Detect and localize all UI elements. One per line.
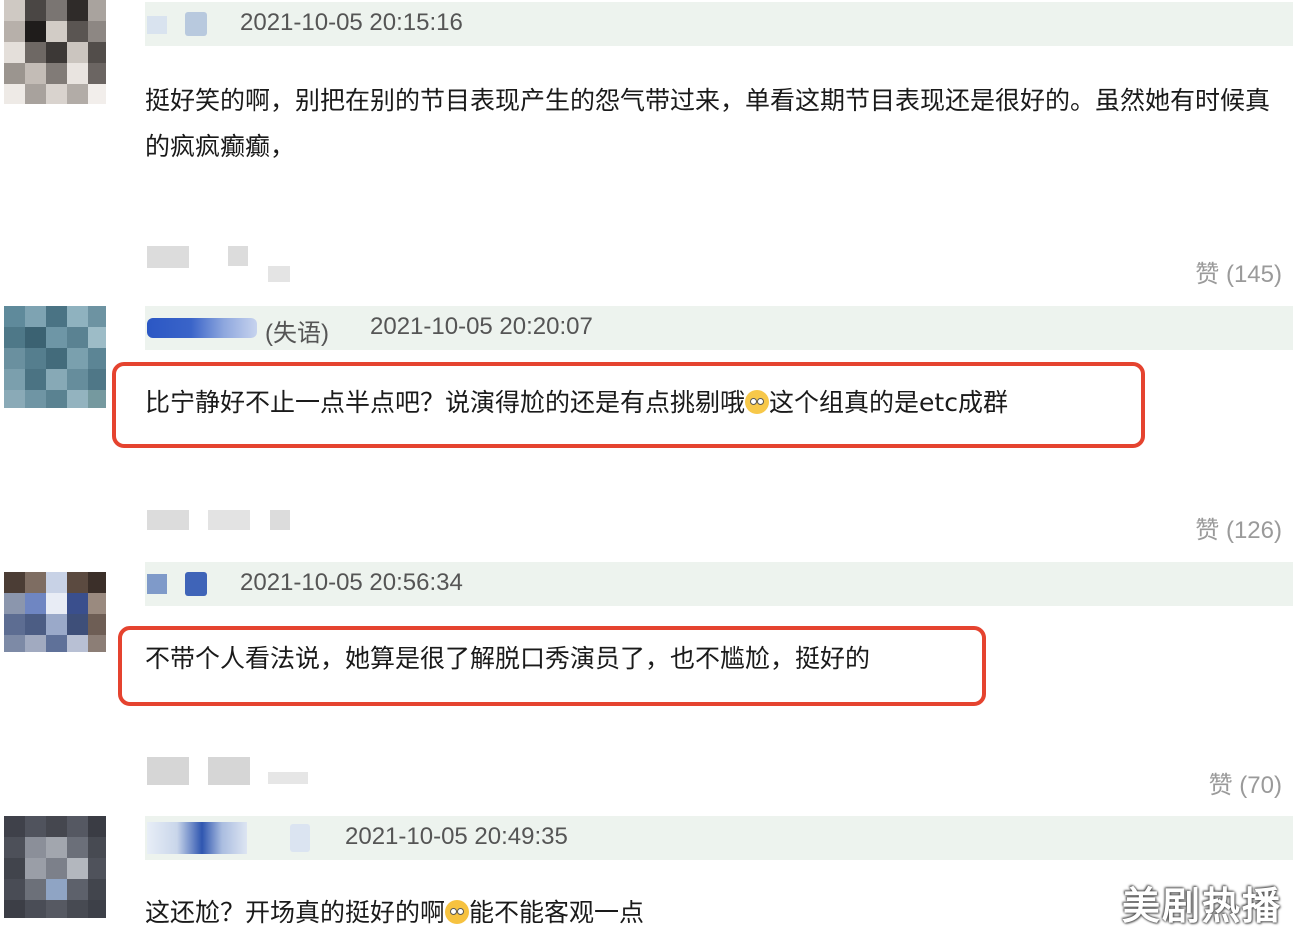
more-action-blurred[interactable]	[270, 510, 290, 530]
share-action-blurred[interactable]	[208, 510, 250, 530]
comment-timestamp: 2021-10-05 20:49:35	[345, 823, 568, 850]
username-blurred[interactable]	[147, 318, 257, 338]
avatar[interactable]	[4, 0, 106, 104]
share-action-blurred[interactable]	[228, 246, 248, 266]
avatar[interactable]	[4, 564, 106, 652]
reply-action-blurred[interactable]	[147, 510, 189, 530]
watermark-label: 美剧热播	[1121, 884, 1282, 928]
reply-action-blurred[interactable]	[147, 757, 189, 785]
comment-text-part: 能不能客观一点	[469, 898, 645, 927]
comment-meta-bar: (失语) 2021-10-05 20:20:07	[145, 306, 1293, 350]
reply-action-blurred[interactable]	[147, 246, 189, 268]
user-badge-blurred	[185, 12, 207, 36]
comment-text-part: 这还尬？开场真的挺好的啊	[145, 898, 446, 927]
username-blurred[interactable]	[147, 16, 167, 34]
like-count[interactable]: 赞 (145)	[1195, 254, 1282, 289]
user-badge-blurred	[290, 824, 310, 852]
comment-meta-bar: 2021-10-05 20:15:16	[145, 2, 1293, 46]
username-blurred[interactable]	[147, 574, 167, 594]
comment-text: 挺好笑的啊，别把在别的节目表现产生的怨气带过来，单看这期节目表现还是很好的。虽然…	[145, 86, 1271, 161]
more-action-blurred[interactable]	[268, 772, 308, 784]
like-count[interactable]: 赞 (126)	[1195, 510, 1282, 545]
username-blurred[interactable]	[147, 822, 247, 854]
avatar[interactable]	[4, 306, 106, 408]
comment-timestamp: 2021-10-05 20:15:16	[240, 9, 463, 36]
like-count[interactable]: 赞 (70)	[1209, 765, 1282, 800]
highlight-annotation-box	[112, 362, 1145, 448]
comment-meta-bar: 2021-10-05 20:49:35	[145, 816, 1293, 860]
sweat-smile-emoji-icon	[445, 900, 470, 924]
avatar[interactable]	[4, 816, 106, 918]
more-action-blurred[interactable]	[268, 266, 290, 282]
user-badge-blurred	[185, 572, 207, 596]
comment-timestamp: 2021-10-05 20:56:34	[240, 569, 463, 596]
share-action-blurred[interactable]	[208, 757, 250, 785]
user-status-label: (失语)	[265, 320, 329, 347]
comment-meta-bar: 2021-10-05 20:56:34	[145, 562, 1293, 606]
comment-text: 这还尬？开场真的挺好的啊 能不能客观一点	[145, 890, 1290, 936]
highlight-annotation-box	[118, 626, 986, 706]
comment-timestamp: 2021-10-05 20:20:07	[370, 313, 593, 340]
